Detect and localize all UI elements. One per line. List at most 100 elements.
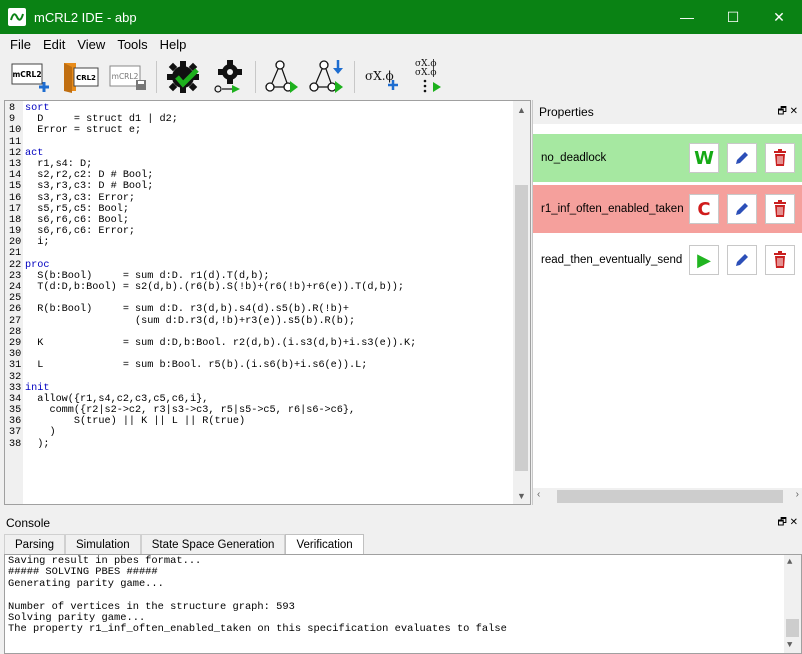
code-line: 37 ) [9, 427, 56, 439]
code-line: 22 proc [9, 259, 50, 271]
menu-tools[interactable]: Tools [111, 37, 153, 52]
trash-icon [774, 200, 786, 217]
code-editor[interactable]: 8 sort 9 D = struct d1 | d2; 10 Error = s… [4, 100, 531, 505]
scroll-up-icon[interactable]: ▲ [513, 101, 530, 118]
code-line: 20 i; [9, 237, 50, 249]
tab-parsing[interactable]: Parsing [4, 534, 65, 554]
svg-text:mCRL2: mCRL2 [12, 70, 41, 79]
parse-button[interactable] [165, 59, 205, 95]
save-file-icon: mCRL2 [109, 65, 146, 90]
code-line: 35 comm({r2|s2->c2, r3|s3->c3, r5|s5->c5… [9, 405, 356, 417]
toolbar: mCRL2 CRL2 mCRL2 σX.ϕ σX.ϕ σX.ϕ [0, 54, 802, 100]
code-line: 15 s3,r3,c3: D # Bool; [9, 181, 154, 193]
code-line: 19 s6,r6,c6: Error; [9, 226, 136, 238]
scroll-up-icon[interactable]: ▲ [787, 557, 792, 568]
create-reduced-lts-button[interactable] [308, 59, 346, 95]
delete-property-button[interactable] [765, 245, 795, 275]
menu-view[interactable]: View [71, 37, 111, 52]
tab-state-space-generation[interactable]: State Space Generation [140, 534, 286, 554]
add-property-button[interactable]: σX.ϕ [363, 59, 403, 95]
property-row-no-deadlock[interactable]: no_deadlock W [533, 134, 802, 182]
float-dock-icon[interactable]: 🗗 ✕ [777, 515, 798, 532]
create-lts-button[interactable] [264, 59, 300, 95]
status-icon: C [697, 198, 711, 220]
code-line: 34 allow({r1,s4,c2,c3,c5,c6,i}, [9, 393, 209, 405]
code-line: 38 ); [9, 438, 50, 450]
properties-horizontal-scrollbar[interactable]: ‹ › [533, 488, 802, 505]
code-content[interactable]: 8 sort 9 D = struct d1 | d2; 10 Error = s… [5, 103, 416, 450]
save-specification-button[interactable]: mCRL2 [108, 59, 148, 95]
pencil-icon [736, 152, 748, 164]
verify-property-button[interactable]: W [689, 143, 719, 173]
code-line: 24 T(d:D,b:Bool) = s2(d,b).(r6(b).S(!b)+… [9, 282, 405, 293]
scroll-down-icon[interactable]: ▼ [787, 640, 792, 651]
verify-property-button[interactable]: ▶ [689, 245, 719, 275]
minimize-button[interactable]: — [664, 0, 710, 34]
code-line: 30 [9, 349, 22, 361]
code-line: 27 (sum d:D.r3(d,!b)+r3(e)).s5(b).R(b); [9, 315, 356, 327]
scrollbar-thumb[interactable] [515, 185, 528, 471]
toolbar-separator [255, 61, 256, 93]
console-title: Console [6, 516, 51, 530]
console-dock: Console 🗗 ✕ Parsing Simulation State Spa… [0, 512, 802, 654]
menu-file[interactable]: File [4, 37, 37, 52]
open-specification-button[interactable]: CRL2 [62, 59, 100, 95]
code-line: 23 S(b:Bool) = sum d:D. r1(d).T(d,b); [9, 270, 270, 282]
property-name: r1_inf_often_enabled_taken [541, 203, 684, 215]
code-line: 10 Error = struct e; [9, 125, 142, 137]
tab-simulation[interactable]: Simulation [65, 534, 141, 554]
menu-edit[interactable]: Edit [37, 37, 71, 52]
code-line: 36 S(true) || K || L || R(true) [9, 416, 246, 428]
scrollbar-thumb[interactable] [786, 619, 799, 637]
play-icon: ▶ [697, 249, 711, 271]
menu-help[interactable]: Help [154, 37, 193, 52]
code-line: 13 r1,s4: D; [9, 158, 93, 170]
edit-property-button[interactable] [727, 143, 757, 173]
code-line: 14 s2,r2,c2: D # Bool; [9, 170, 154, 182]
property-row-r1-inf-often[interactable]: r1_inf_often_enabled_taken C [533, 185, 802, 233]
menu-bar: File Edit View Tools Help [0, 34, 802, 54]
new-specification-button[interactable]: mCRL2 [10, 59, 54, 95]
verify-property-button[interactable]: C [689, 194, 719, 224]
console-output[interactable]: Saving result in pbes format... ##### SO… [4, 554, 802, 654]
code-line: 31 L = sum b:Bool. r5(b).(i.s6(b)+i.s6(e… [9, 360, 368, 372]
mcrl2-logo-icon [8, 8, 26, 26]
close-button[interactable]: ✕ [756, 0, 802, 34]
svg-text:σX.ϕ: σX.ϕ [415, 68, 437, 78]
editor-vertical-scrollbar[interactable]: ▲ ▼ [513, 101, 530, 504]
delete-property-button[interactable] [765, 194, 795, 224]
edit-property-button[interactable] [727, 245, 757, 275]
code-line: 17 s5,r5,c5: Bool; [9, 203, 129, 215]
code-line: 29 K = sum d:D,b:Bool. r2(d,b).(i.s3(d,b… [9, 337, 417, 349]
float-dock-icon[interactable]: 🗗 ✕ [777, 104, 798, 121]
console-line: The property r1_inf_often_enabled_taken … [8, 623, 507, 636]
maximize-button[interactable]: ☐ [710, 0, 756, 34]
console-tabs: Parsing Simulation State Space Generatio… [4, 534, 364, 554]
verify-all-icon: σX.ϕ σX.ϕ [415, 59, 441, 93]
scroll-left-icon[interactable]: ‹ [537, 489, 540, 500]
lts-graph-icon [265, 60, 298, 93]
edit-property-button[interactable] [727, 194, 757, 224]
scroll-right-icon[interactable]: › [796, 489, 799, 500]
trash-icon [774, 251, 786, 268]
verify-all-properties-button[interactable]: σX.ϕ σX.ϕ [411, 59, 451, 95]
console-vertical-scrollbar[interactable]: ▲ ▼ [784, 555, 801, 653]
scroll-down-icon[interactable]: ▼ [513, 487, 530, 504]
tab-verification[interactable]: Verification [285, 534, 364, 554]
code-line: 21 [9, 248, 22, 260]
reduced-lts-icon [309, 60, 343, 93]
svg-text:CRL2: CRL2 [76, 74, 96, 82]
delete-property-button[interactable] [765, 143, 795, 173]
scrollbar-thumb[interactable] [557, 490, 783, 503]
trash-icon [774, 149, 786, 166]
window-title: mCRL2 IDE - abp [34, 9, 137, 25]
title-bar: mCRL2 IDE - abp — ☐ ✕ [0, 0, 802, 34]
gear-check-icon [167, 61, 199, 93]
property-row-read-then-send[interactable]: read_then_eventually_send ▶ [533, 236, 802, 284]
gear-arrow-icon [214, 60, 242, 93]
properties-title: Properties [539, 105, 594, 119]
code-line: 32 [9, 371, 22, 383]
create-lps-button[interactable] [213, 59, 247, 95]
console-line: Generating parity game... [8, 577, 164, 590]
